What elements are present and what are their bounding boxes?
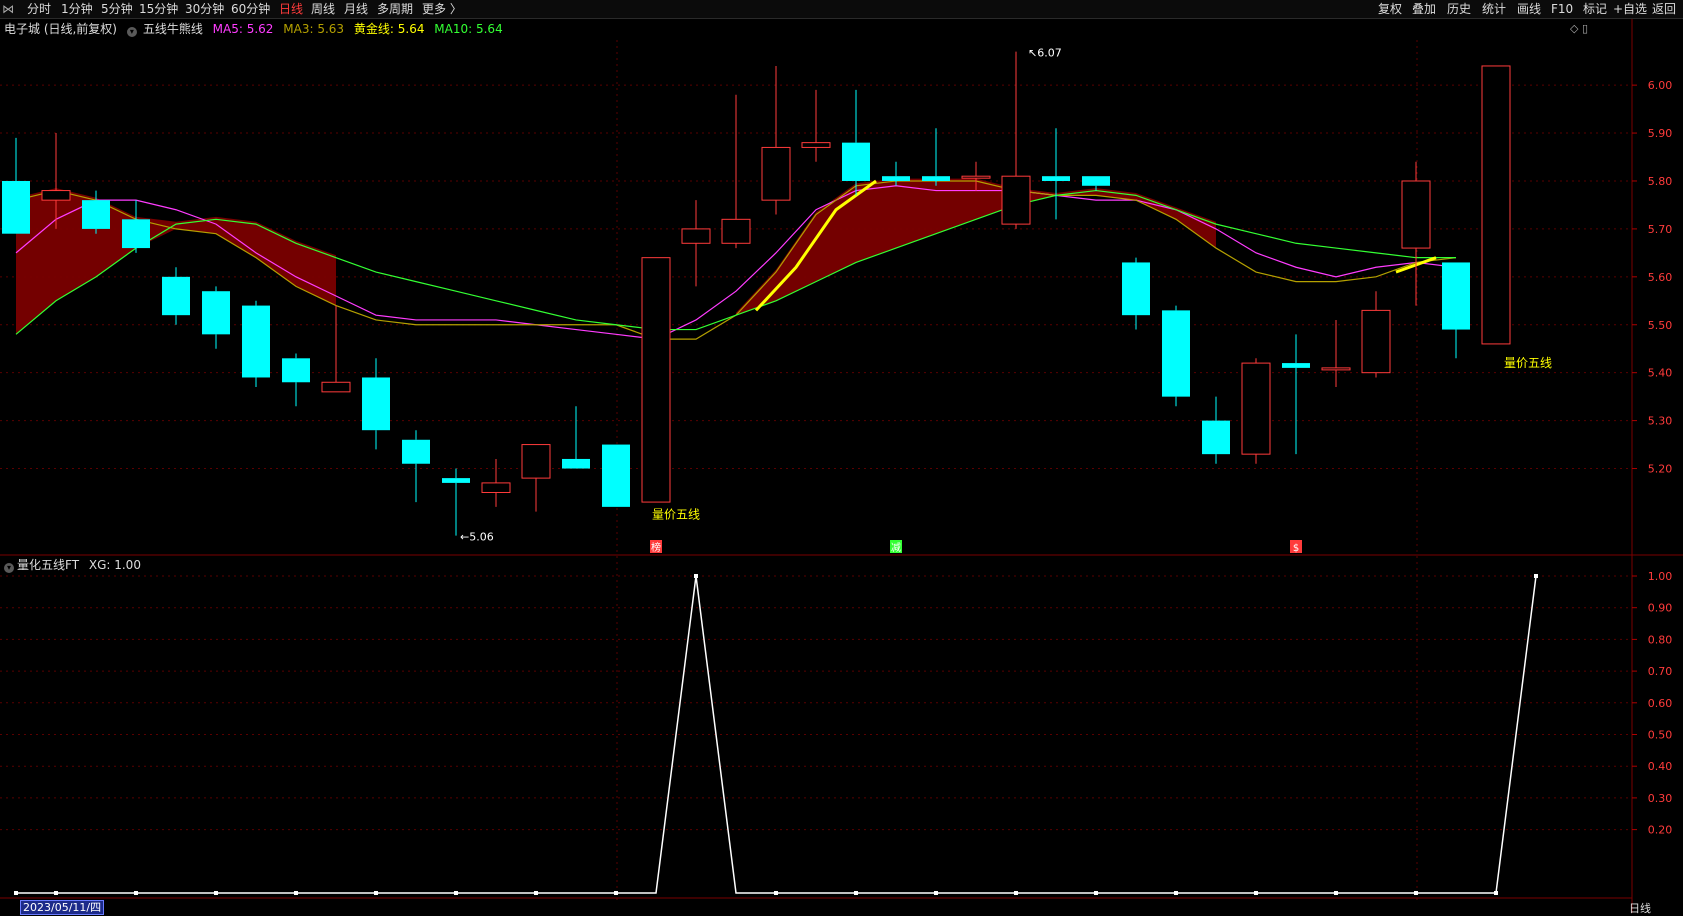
candle-body-down [242, 305, 270, 378]
xg-point [14, 891, 18, 895]
xg-point [454, 891, 458, 895]
xg-point [1334, 891, 1338, 895]
period-label: 日线 [1629, 902, 1651, 915]
candle-body-up [1241, 362, 1271, 455]
xg-point [294, 891, 298, 895]
price-tick-label: 6.00 [1648, 79, 1673, 92]
candle-body-down [162, 276, 190, 316]
signal-marker-text: 榜 [651, 541, 661, 554]
candle-body-up [481, 482, 511, 493]
xg-point [854, 891, 858, 895]
kline-chart[interactable]: ↖6.07←5.06量价五线量价五线榜减 $ 6.005.905.805.705.… [0, 0, 1683, 913]
candle-body-up [1361, 309, 1391, 374]
candle-body-down [922, 176, 950, 181]
price-tick-label: 5.20 [1648, 463, 1673, 476]
xg-point [1414, 891, 1418, 895]
sub-tick-label: 0.80 [1648, 633, 1673, 646]
signal-annotation: 量价五线 [652, 507, 700, 521]
xg-point [1174, 891, 1178, 895]
xg-point [534, 891, 538, 895]
candle-body-down [882, 176, 910, 181]
signal-marker-text: $ [1293, 543, 1299, 554]
price-tick-label: 5.40 [1648, 367, 1673, 380]
candle-body-down [442, 478, 470, 483]
candle-body-down [1442, 262, 1470, 330]
candle-body-down [362, 377, 390, 431]
candle-body-down [842, 142, 870, 181]
candle-body-up [41, 190, 71, 201]
xg-point [1014, 891, 1018, 895]
candle-body-up [1481, 65, 1511, 345]
candle-body-up [1321, 367, 1351, 371]
signal-marker-text: 减 [891, 542, 901, 554]
sub-tick-label: 0.20 [1648, 824, 1673, 837]
xg-point [134, 891, 138, 895]
candle-body-down [602, 444, 630, 507]
candle-body-down [82, 200, 110, 229]
xg-point [1094, 891, 1098, 895]
price-tick-label: 5.80 [1648, 175, 1673, 188]
candle-body-down [1282, 363, 1310, 368]
sub-tick-label: 0.90 [1648, 602, 1673, 615]
candle-body-up [961, 175, 991, 179]
xg-point [54, 891, 58, 895]
sub-tick-label: 1.00 [1648, 570, 1673, 583]
candle-body-down [122, 219, 150, 249]
candle-body-up [721, 218, 751, 244]
low-price-label: ←5.06 [460, 531, 494, 544]
sub-tick-label: 0.30 [1648, 792, 1673, 805]
candle-body-down [1162, 310, 1190, 397]
candle-body-down [1122, 262, 1150, 316]
price-tick-label: 5.50 [1648, 319, 1673, 332]
candle-body-down [402, 439, 430, 464]
xg-point [374, 891, 378, 895]
candle-body-up [761, 146, 791, 201]
candle-body-down [1082, 176, 1110, 186]
price-tick-label: 5.90 [1648, 127, 1673, 140]
candle-body-up [641, 257, 671, 503]
sub-tick-label: 0.50 [1648, 729, 1673, 742]
price-tick-label: 5.70 [1648, 223, 1673, 236]
candle-body-up [521, 444, 551, 479]
xg-point [694, 574, 698, 578]
price-tick-label: 5.60 [1648, 271, 1673, 284]
xg-point [214, 891, 218, 895]
candle-body-up [321, 381, 351, 393]
xg-point [614, 891, 618, 895]
xg-point [774, 891, 778, 895]
sub-tick-label: 0.60 [1648, 697, 1673, 710]
candle-body-down [202, 291, 230, 335]
xg-point [1494, 891, 1498, 895]
candle-body-down [282, 358, 310, 383]
candle-body-up [681, 228, 711, 244]
candle-body-down [2, 180, 30, 234]
signal-annotation: 量价五线 [1504, 356, 1552, 370]
sub-tick-label: 0.70 [1648, 665, 1673, 678]
sub-tick-label: 0.40 [1648, 760, 1673, 773]
candle-body-down [562, 458, 590, 469]
candle-body-down [1202, 420, 1230, 455]
price-tick-label: 5.30 [1648, 415, 1673, 428]
candle-body-down [1042, 176, 1070, 181]
high-price-label: ↖6.07 [1028, 47, 1062, 60]
candle-body-up [801, 142, 831, 148]
xg-point [934, 891, 938, 895]
candle-body-up [1001, 175, 1031, 225]
xg-point [1534, 574, 1538, 578]
candle-body-up [1401, 180, 1431, 249]
xg-point [1254, 891, 1258, 895]
